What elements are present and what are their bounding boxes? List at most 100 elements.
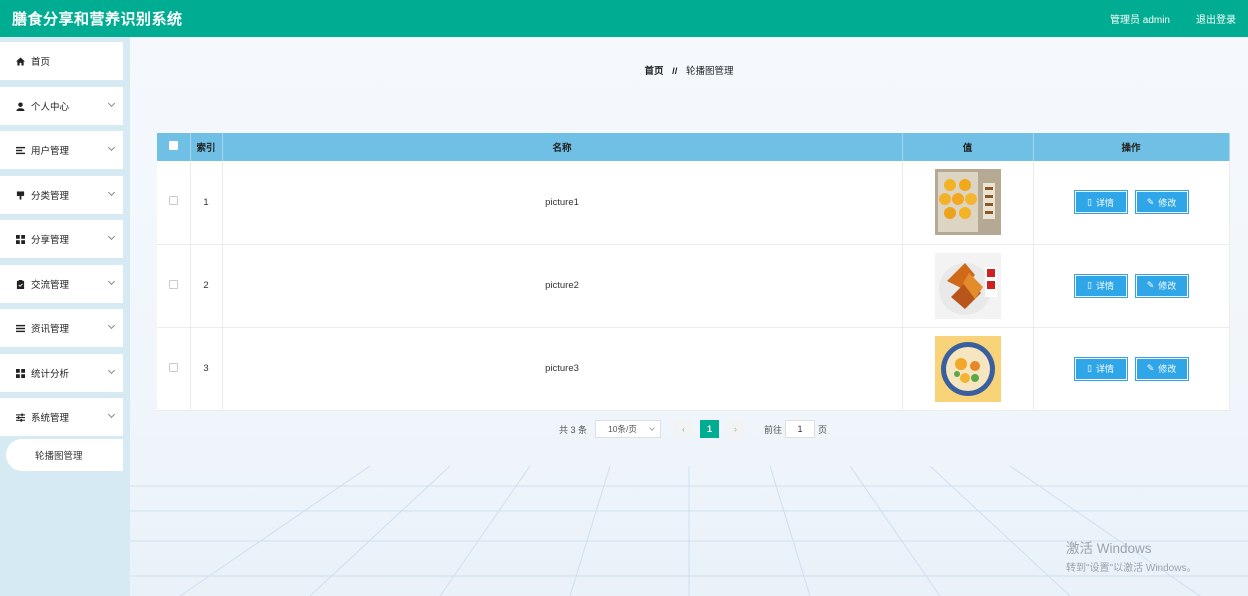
user-icon (15, 101, 25, 111)
sliders-icon (15, 412, 25, 422)
column-header-actions: 操作 (1033, 133, 1230, 161)
sidebar-item-label: 统计分析 (31, 369, 70, 380)
row-index: 3 (190, 327, 223, 411)
row-index: 1 (190, 161, 223, 245)
sidebar-item-category[interactable]: 分类管理 (0, 176, 123, 214)
chevron-down-icon (107, 366, 116, 375)
row-checkbox[interactable] (168, 362, 178, 372)
row-checkbox[interactable] (168, 279, 178, 289)
row-name: picture2 (222, 244, 903, 328)
grid-icon (15, 234, 25, 244)
detail-button[interactable]: ▯ 详情 (1073, 190, 1128, 215)
sidebar-item-label: 分享管理 (31, 235, 70, 246)
edit-button[interactable]: ✎ 修改 (1134, 273, 1189, 298)
background-grid (130, 466, 1248, 596)
sidebar-item-label: 用户管理 (31, 146, 70, 157)
page-size-select[interactable]: 10条/页 (595, 420, 661, 438)
row-index: 2 (190, 244, 223, 328)
sidebar-item-stats[interactable]: 统计分析 (0, 354, 123, 392)
edit-label: 修改 (1158, 197, 1177, 208)
chevron-down-icon (107, 143, 116, 152)
table-header-row: 索引 名称 值 操作 (157, 133, 1230, 161)
sidebar-item-label: 系统管理 (31, 413, 70, 424)
chevron-down-icon (107, 99, 116, 108)
goto-suffix: 页 (818, 424, 828, 435)
breadcrumb-separator: // (672, 66, 678, 77)
chevron-left-icon: ‹ (682, 424, 685, 434)
edit-label: 修改 (1158, 281, 1177, 291)
breadcrumb-home[interactable]: 首页 (644, 66, 663, 77)
sidebar-item-label: 资讯管理 (31, 324, 70, 335)
list-icon (15, 323, 25, 333)
home-icon (15, 56, 25, 66)
document-icon: ▯ (1087, 280, 1092, 290)
sidebar-subitem-carousel[interactable]: 轮播图管理 (6, 439, 123, 471)
sidebar-item-home[interactable]: 首页 (0, 42, 123, 80)
table-row: 2 picture2 ▯ 详情 ✎ 修改 (157, 244, 1230, 328)
detail-label: 详情 (1095, 364, 1114, 374)
food-thumbnail-image (934, 252, 1001, 319)
detail-label: 详情 (1095, 197, 1114, 208)
sidebar: 首页 个人中心 用户管理 分类管理 分享管理 交流管理 资讯管理 统计分析 系统… (0, 37, 130, 596)
chevron-up-icon (107, 410, 116, 419)
grid-icon (15, 368, 25, 378)
row-name: picture1 (222, 161, 903, 245)
edit-icon: ✎ (1146, 363, 1155, 373)
detail-label: 详情 (1095, 281, 1114, 291)
sidebar-item-users[interactable]: 用户管理 (0, 131, 123, 169)
clipboard-icon (15, 279, 25, 289)
watermark-line2: 转到"设置"以激活 Windows。 (1066, 563, 1197, 574)
top-bar: 膳食分享和营养识别系统 管理员 admin 退出登录 (0, 0, 1248, 37)
edit-button[interactable]: ✎ 修改 (1134, 356, 1189, 381)
chevron-down-icon (107, 321, 116, 330)
prev-page-button[interactable]: ‹ (674, 420, 693, 438)
column-header-value: 值 (902, 133, 1034, 161)
edit-button[interactable]: ✎ 修改 (1134, 190, 1189, 215)
column-header-name: 名称 (222, 133, 903, 161)
chevron-down-icon (649, 425, 655, 431)
sidebar-item-label: 个人中心 (31, 102, 70, 113)
main-content: 首页 // 轮播图管理 索引 名称 值 操作 1 picture1 ▯ 详情 ✎… (130, 37, 1248, 596)
next-page-button[interactable]: › (726, 420, 745, 438)
sidebar-item-system[interactable]: 系统管理 (0, 398, 123, 436)
table-row: 1 picture1 ▯ 详情 ✎ 修改 (157, 161, 1230, 245)
windows-activation-watermark: 激活 Windows 转到"设置"以激活 Windows。 (1066, 537, 1196, 574)
sidebar-item-exchange[interactable]: 交流管理 (0, 265, 123, 303)
pagination: 共 3 条 10条/页 ‹ 1 › 前往 1 页 (130, 419, 1248, 439)
table-row: 3 picture3 ▯ 详情 ✎ 修改 (157, 327, 1230, 411)
food-thumbnail-image (934, 335, 1001, 402)
select-all-cell (157, 133, 191, 161)
edit-icon: ✎ (1146, 196, 1155, 207)
goto-page-input[interactable]: 1 (785, 420, 815, 438)
document-icon: ▯ (1087, 196, 1092, 207)
breadcrumb-current: 轮播图管理 (686, 66, 734, 77)
current-page-button[interactable]: 1 (700, 420, 719, 438)
page-size-value: 10条/页 (608, 424, 637, 434)
sidebar-item-share[interactable]: 分享管理 (0, 220, 123, 258)
document-icon: ▯ (1087, 363, 1092, 373)
sidebar-item-personal[interactable]: 个人中心 (0, 87, 123, 125)
sidebar-item-news[interactable]: 资讯管理 (0, 309, 123, 347)
edit-label: 修改 (1158, 364, 1177, 374)
sidebar-item-label: 交流管理 (31, 280, 70, 291)
chevron-down-icon (107, 232, 116, 241)
goto-label: 前往 (764, 424, 783, 435)
list-icon (15, 145, 25, 155)
sidebar-item-label: 首页 (31, 57, 51, 68)
breadcrumb: 首页 // 轮播图管理 (130, 63, 1248, 77)
tag-icon (15, 190, 25, 200)
detail-button[interactable]: ▯ 详情 (1073, 356, 1128, 381)
data-table: 索引 名称 值 操作 1 picture1 ▯ 详情 ✎ 修改 2 pictur… (157, 133, 1230, 411)
column-header-index: 索引 (190, 133, 223, 161)
chevron-down-icon (107, 277, 116, 286)
row-checkbox[interactable] (168, 196, 178, 206)
detail-button[interactable]: ▯ 详情 (1073, 273, 1128, 298)
chevron-down-icon (107, 188, 116, 197)
row-name: picture3 (222, 327, 903, 411)
select-all-checkbox[interactable] (168, 141, 178, 150)
sidebar-item-label: 分类管理 (31, 191, 70, 202)
app-title: 膳食分享和营养识别系统 (12, 11, 183, 28)
user-label: 管理员 admin (1109, 15, 1170, 26)
watermark-line1: 激活 Windows (1066, 541, 1152, 556)
logout-link[interactable]: 退出登录 (1196, 11, 1236, 26)
